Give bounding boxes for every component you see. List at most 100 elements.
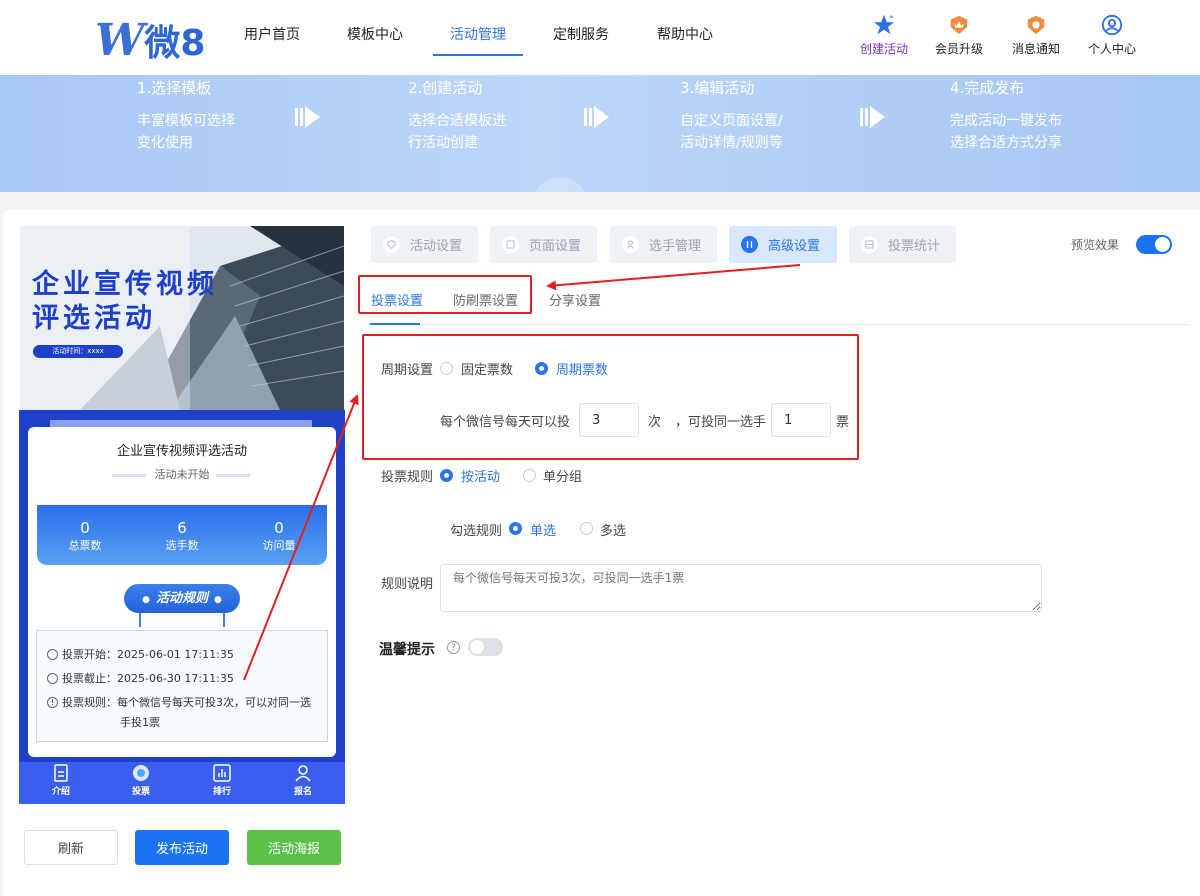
- refresh-button[interactable]: 刷新: [24, 830, 118, 865]
- poster-image: 企业宣传视频 评选活动 活动时间：xxxx: [20, 226, 344, 410]
- rules-connector-right: [223, 613, 225, 627]
- vote-rule-row-cont: 手投1票: [120, 716, 160, 729]
- step-1-title: 1.选择模板: [137, 79, 212, 97]
- poster-time-badge: 活动时间：xxxx: [33, 345, 123, 358]
- user-circle-icon: [1101, 14, 1123, 36]
- phone-bottom-nav: 介绍 投票 排行 报名: [19, 762, 345, 804]
- member-upgrade-button[interactable]: 会员升级: [927, 14, 991, 57]
- crown-badge-icon: [950, 15, 968, 35]
- step-1-desc: 丰富模板可选择 变化使用: [137, 113, 235, 151]
- radio-multi-choice[interactable]: [580, 522, 593, 535]
- messages-button[interactable]: 消息通知: [1004, 14, 1068, 57]
- nav-templates[interactable]: 模板中心: [347, 24, 403, 44]
- phone-nav-vote[interactable]: 投票: [116, 764, 166, 797]
- profile-label: 个人中心: [1087, 42, 1136, 56]
- status-right-line: [216, 474, 250, 477]
- tab-player-management[interactable]: 选手管理: [610, 226, 717, 263]
- profile-button[interactable]: 个人中心: [1080, 14, 1144, 57]
- step-2-title: 2.创建活动: [408, 79, 483, 97]
- stat-total-votes: 0 总票数: [68, 519, 102, 552]
- bell-badge-icon: [1027, 15, 1045, 35]
- vote-rule-row: ! 投票规则：每个微信号每天可投3次，可以对同一选: [47, 694, 311, 710]
- toggle-knob: [1155, 237, 1170, 252]
- logo-text: 微8: [144, 23, 206, 64]
- stat-visits: 0 访问量: [262, 519, 296, 552]
- steps-banner: 1.选择模板 丰富模板可选择 变化使用 2.创建活动 选择合适模板进 行活动创建 3…: [0, 75, 1200, 192]
- arrow-right-icon: [295, 106, 320, 128]
- radio-single-choice[interactable]: [509, 522, 522, 535]
- page-icon: [502, 236, 519, 253]
- toggle-knob: [470, 640, 484, 654]
- member-upgrade-label: 会员升级: [934, 42, 983, 56]
- stats-bar: 0 总票数 6 选手数 0 访问量: [37, 505, 327, 565]
- stat-players: 6 选手数: [165, 519, 199, 552]
- radio-single-choice-label[interactable]: 单选: [530, 520, 556, 539]
- activity-poster-button[interactable]: 活动海报: [247, 830, 341, 865]
- warm-tip-label: 温馨提示: [379, 642, 435, 658]
- radio-single-group-label[interactable]: 单分组: [543, 466, 582, 485]
- create-activity-button[interactable]: 创建活动: [852, 14, 916, 57]
- vote-end-row: 投票截止：2025-06-30 17:11:35: [47, 670, 234, 686]
- nav-help[interactable]: 帮助中心: [657, 24, 713, 44]
- rules-info-box: 投票开始：2025-06-01 17:11:35 投票截止：2025-06-30…: [36, 630, 328, 742]
- preview-effect-label: 预览效果: [1071, 238, 1120, 252]
- card-title: 企业宣传视频评选活动: [116, 444, 247, 459]
- logo[interactable]: W 微8: [95, 14, 205, 66]
- vote-rule-label: 投票规则: [381, 470, 434, 485]
- messages-label: 消息通知: [1011, 42, 1060, 56]
- clock-icon: [47, 648, 58, 660]
- rules-button[interactable]: ● 活动规则 ●: [124, 584, 240, 613]
- logo-mark: W: [95, 14, 144, 66]
- annotation-box-cycle-settings: [362, 334, 859, 460]
- phone-nav-ranking[interactable]: 排行: [197, 764, 247, 797]
- rule-description-label: 规则说明: [381, 577, 434, 592]
- phone-nav-intro[interactable]: 介绍: [36, 764, 86, 797]
- radio-by-activity-label[interactable]: 按活动: [461, 466, 500, 485]
- vote-start-row: 投票开始：2025-06-01 17:11:35: [47, 646, 234, 662]
- question-icon[interactable]: ?: [447, 641, 460, 654]
- tab-page-settings[interactable]: 页面设置: [490, 226, 597, 263]
- nav-home[interactable]: 用户首页: [244, 24, 300, 44]
- card-status: 活动未开始: [154, 468, 210, 481]
- subtab-active-underline: [370, 323, 420, 325]
- step-3-title: 3.编辑活动: [680, 79, 755, 97]
- tab-vote-statistics[interactable]: 投票统计: [849, 226, 956, 263]
- rule-description-textarea[interactable]: [440, 564, 1042, 612]
- tab-advanced-settings[interactable]: 高级设置: [729, 226, 837, 263]
- warm-tip-toggle[interactable]: [468, 638, 503, 656]
- ranking-icon: [213, 764, 231, 782]
- step-4-title: 4.完成发布: [950, 79, 1025, 97]
- nav-custom-service[interactable]: 定制服务: [553, 24, 609, 44]
- radio-multi-choice-label[interactable]: 多选: [600, 520, 626, 539]
- document-icon: [54, 764, 68, 782]
- phone-nav-signup[interactable]: 报名: [278, 764, 328, 797]
- subtab-share-settings[interactable]: 分享设置: [549, 290, 601, 309]
- subtab-divider: [369, 324, 1189, 325]
- radio-by-activity[interactable]: [440, 469, 453, 482]
- step-3-desc: 自定义页面设置/活动详情/规则等: [680, 113, 783, 151]
- nav-activity-management[interactable]: 活动管理: [450, 24, 506, 44]
- poster-title-line2: 评选活动: [32, 303, 156, 334]
- arrow-right-icon: [584, 106, 609, 128]
- chart-icon: [861, 236, 878, 253]
- tab-activity-settings[interactable]: 活动设置: [371, 226, 478, 263]
- step-2-desc: 选择合适模板进 行活动创建: [408, 113, 506, 151]
- nav-active-underline: [433, 54, 523, 56]
- step-4-desc: 完成活动一键发布 选择合适方式分享: [950, 113, 1062, 151]
- arrow-right-icon: [860, 106, 885, 128]
- shield-icon: [383, 236, 400, 253]
- sliders-icon: [741, 236, 758, 253]
- create-activity-label: 创建活动: [859, 42, 908, 56]
- user-icon: [295, 765, 311, 782]
- check-rule-label: 勾选规则: [450, 524, 503, 539]
- publish-activity-button[interactable]: 发布活动: [135, 830, 229, 865]
- info-icon: !: [47, 696, 58, 708]
- annotation-box-subtabs: [358, 275, 532, 314]
- person-icon: [622, 236, 639, 253]
- radio-single-group[interactable]: [523, 469, 536, 482]
- preview-effect-toggle[interactable]: [1136, 235, 1172, 254]
- banner-decoration: [535, 177, 585, 192]
- top-header: W 微8 用户首页 模板中心 活动管理 定制服务 帮助中心 创建活动 会员升级 …: [0, 0, 1200, 75]
- rules-connector-left: [139, 613, 141, 627]
- clock-icon: [47, 672, 58, 684]
